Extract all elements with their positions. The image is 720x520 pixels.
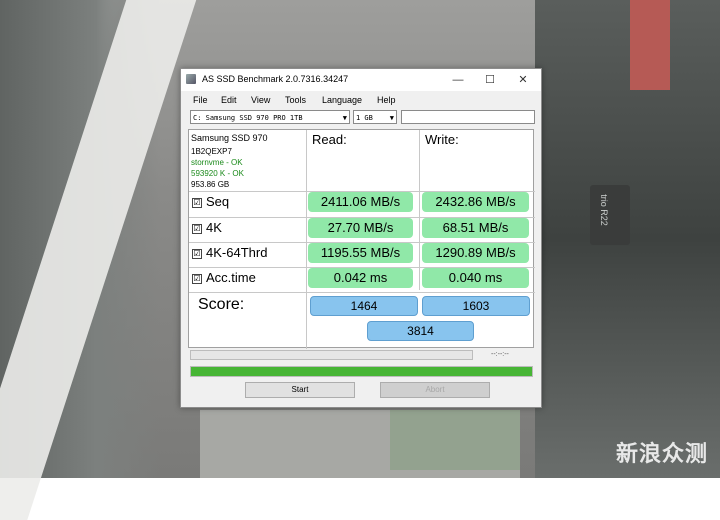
grid-divider bbox=[306, 130, 307, 349]
start-button[interactable]: Start bbox=[245, 382, 355, 398]
test-progress-bar bbox=[190, 350, 473, 360]
checkbox-icon[interactable]: ☑ bbox=[192, 249, 202, 259]
row-acctime-label[interactable]: ☑ Acc.time bbox=[192, 270, 256, 285]
menu-help[interactable]: Help bbox=[377, 95, 396, 105]
alignment-status: 593920 K - OK bbox=[191, 169, 244, 178]
read-header: Read: bbox=[312, 132, 347, 147]
drive-model: Samsung SSD 970 bbox=[191, 133, 268, 143]
result-text-field[interactable] bbox=[401, 110, 535, 124]
menu-file[interactable]: File bbox=[193, 95, 208, 105]
score-total: 3814 bbox=[367, 321, 474, 341]
row-seq-label[interactable]: ☑ Seq bbox=[192, 194, 229, 209]
4k64-read-value: 1195.55 MB/s bbox=[308, 243, 413, 263]
chevron-down-icon: ▼ bbox=[342, 114, 347, 122]
close-button[interactable]: ✕ bbox=[509, 72, 537, 88]
seq-read-value: 2411.06 MB/s bbox=[308, 192, 413, 212]
4k-write-value: 68.51 MB/s bbox=[422, 218, 529, 238]
write-header: Write: bbox=[425, 132, 459, 147]
drive-select-value: C: Samsung SSD 970 PRO 1TB bbox=[193, 114, 303, 122]
score-label: Score: bbox=[198, 296, 245, 313]
acctime-write-value: 0.040 ms bbox=[422, 268, 529, 288]
menu-bar: File Edit View Tools Language Help bbox=[181, 93, 541, 109]
menu-language[interactable]: Language bbox=[322, 95, 362, 105]
title-bar[interactable]: AS SSD Benchmark 2.0.7316.34247 — ☐ ✕ bbox=[181, 69, 541, 91]
row-4k-label[interactable]: ☑ 4K bbox=[192, 220, 222, 235]
4k64-write-value: 1290.89 MB/s bbox=[422, 243, 529, 263]
size-select-value: 1 GB bbox=[356, 114, 373, 122]
window-title: AS SSD Benchmark 2.0.7316.34247 bbox=[202, 74, 349, 84]
bg-chip bbox=[590, 185, 630, 245]
minimize-button[interactable]: — bbox=[444, 72, 472, 88]
bg-chip-label: trio R22 bbox=[598, 194, 609, 226]
overall-progress-bar bbox=[190, 366, 533, 377]
row-4k64-label[interactable]: ☑ 4K-64Thrd bbox=[192, 245, 267, 260]
driver-status: stornvme - OK bbox=[191, 158, 243, 167]
maximize-button[interactable]: ☐ bbox=[476, 72, 504, 88]
checkbox-icon[interactable]: ☑ bbox=[192, 224, 202, 234]
checkbox-icon[interactable]: ☑ bbox=[192, 274, 202, 284]
menu-tools[interactable]: Tools bbox=[285, 95, 306, 105]
menu-view[interactable]: View bbox=[251, 95, 270, 105]
size-select[interactable]: 1 GB ▼ bbox=[353, 110, 397, 124]
seq-write-value: 2432.86 MB/s bbox=[422, 192, 529, 212]
as-ssd-window: AS SSD Benchmark 2.0.7316.34247 — ☐ ✕ Fi… bbox=[180, 68, 542, 408]
checkbox-icon[interactable]: ☑ bbox=[192, 198, 202, 208]
menu-edit[interactable]: Edit bbox=[221, 95, 237, 105]
grid-divider bbox=[419, 130, 420, 290]
acctime-read-value: 0.042 ms bbox=[308, 268, 413, 288]
elapsed-time: --:--:-- bbox=[491, 351, 509, 358]
drive-select[interactable]: C: Samsung SSD 970 PRO 1TB ▼ bbox=[190, 110, 350, 124]
chevron-down-icon: ▼ bbox=[389, 114, 394, 122]
app-icon bbox=[186, 74, 196, 84]
bg-red-card bbox=[630, 0, 670, 90]
grid-divider bbox=[189, 292, 535, 293]
4k-read-value: 27.70 MB/s bbox=[308, 218, 413, 238]
score-write: 1603 bbox=[422, 296, 530, 316]
drive-firmware: 1B2QEXP7 bbox=[191, 147, 232, 156]
watermark-logo: 新浪众测 bbox=[615, 441, 708, 466]
abort-button[interactable]: Abort bbox=[380, 382, 490, 398]
score-read: 1464 bbox=[310, 296, 418, 316]
bg-green-pcb bbox=[390, 410, 520, 470]
drive-capacity: 953.86 GB bbox=[191, 180, 230, 189]
